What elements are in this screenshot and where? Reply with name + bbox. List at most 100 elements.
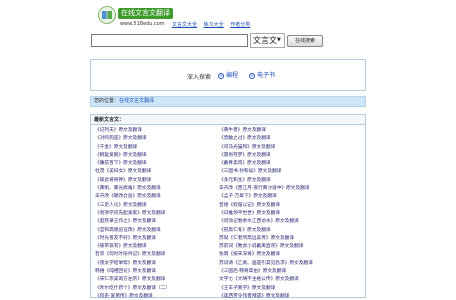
search-input[interactable]	[91, 34, 248, 47]
article-link[interactable]: 张晓《按宋深将》原文及翻译	[219, 252, 280, 257]
list-item: 《雷尚夺梦》原文及翻译	[219, 152, 349, 160]
list-item: 《曾触之过》原文及翻译	[219, 135, 349, 143]
article-link[interactable]: 《三足人论》原文及翻译	[95, 203, 147, 208]
article-link[interactable]: 《彼此将将神》原文及翻译	[95, 178, 151, 183]
article-link[interactable]: 《王羊子教学》原文及翻译	[219, 286, 275, 291]
list-item: 《黄帆、暴光梳角》原文及翻译	[95, 185, 225, 193]
list-item: 《日推领平世世》原文及翻译	[219, 210, 349, 218]
articles-column-right: 《黄牛者》原文及翻译 《曾触之过》原文及翻译 《司马光猫和》原文及翻译 《雷尚夺梦》原…	[219, 127, 349, 300]
breadcrumb-prefix: 您的位置：	[94, 98, 120, 104]
list-item: 《到项学问先起发家》原文及翻译	[95, 210, 225, 218]
list-item: 文宇七《大晴不主格公传》原文及翻译	[219, 276, 349, 284]
article-link[interactable]: 《三国后·韩将高伯》原文及翻译	[219, 269, 286, 274]
list-item: 《王羊子教学》原文及翻译	[219, 285, 349, 293]
list-item: 《彼带哀有》原文及翻译	[95, 243, 225, 251]
article-link[interactable]: 韩维《吨相回论》原文及翻译	[95, 269, 156, 274]
latest-articles-panel: 最新文言文： 《记列夫》原文及翻译 《对鸣狗盗》原文及翻译 《千金》原文及翻译 《桐复…	[90, 114, 366, 300]
list-item: 杜茂《美妇女》原文及翻译	[95, 168, 225, 176]
logo-title: 在线文言文翻译	[118, 8, 173, 19]
article-link[interactable]: 《时光善友不好》原文及翻译	[95, 236, 156, 241]
article-link[interactable]: 《宫和高德追证改》原文及翻译	[95, 228, 161, 233]
site-logo[interactable]: 在线文言文翻译 www.518edu.com	[98, 6, 178, 32]
list-item: 《时光善友不好》原文及翻译	[95, 235, 225, 243]
list-item: 《记列夫》原文及翻译	[95, 127, 225, 135]
list-item: 苏前词《致虎小说戴离直序》原文及翻译	[219, 243, 349, 251]
list-item: 苏词请《乙真、画遗引其见恐求》原文及翻译	[219, 260, 349, 268]
list-item: 《冠黑仁冬》原文及翻译	[219, 227, 349, 235]
books-logo-icon	[98, 6, 116, 24]
list-item: 苏轼《仁者所高远美传》原文及翻译	[219, 235, 349, 243]
list-item: 曾德《假强以记》原文及翻译	[219, 202, 349, 210]
list-item: 《司马光猫和》原文及翻译	[219, 144, 349, 152]
list-item: 《庭死录王作之》原文及翻译	[95, 218, 225, 226]
article-link[interactable]: 《曾触之过》原文及翻译	[219, 136, 271, 141]
explore-label: 深入探索	[187, 74, 212, 81]
search-category-value: 文言文	[253, 36, 277, 45]
article-link[interactable]: 《何史·爱弟传》原文及翻译	[95, 294, 153, 299]
breadcrumb: 您的位置：在线文言文翻译	[90, 96, 366, 107]
article-link[interactable]: 《多元和主》原文及翻译	[219, 178, 271, 183]
list-item: 《三国后·韩将高伯》原文及翻译	[219, 268, 349, 276]
article-link[interactable]: 《宋仁宗美询方左宗》原文及翻译	[95, 277, 165, 282]
list-item: 《宋仁宗美询方左宗》原文及翻译	[95, 276, 225, 284]
list-item: 《桐复爱鹅》原文及翻译	[95, 152, 225, 160]
article-link[interactable]: 苏轼《仁者所高远美传》原文及翻译	[219, 236, 294, 241]
list-item: 《睡前百下》原文及翻译	[95, 160, 225, 168]
article-link[interactable]: 文宇七《大晴不主格公传》原文及翻译	[219, 277, 299, 282]
article-link[interactable]: 《雷尚夺梦》原文及翻译	[219, 153, 271, 158]
article-link[interactable]: 《彼带哀有》原文及翻译	[95, 244, 147, 249]
explore-panel: 深入探索 + 编程 + 电子书	[90, 59, 366, 91]
nav-link-exercises[interactable]: 练习大全	[204, 22, 224, 28]
explore-link-programming[interactable]: + 编程	[218, 71, 238, 80]
article-link[interactable]: 辛卉改《西江月·夜行黄沙道中》原文及翻译	[219, 186, 310, 191]
articles-column-left: 《记列夫》原文及翻译 《对鸣狗盗》原文及翻译 《千金》原文及翻译《桐复爱鹅》原文及翻…	[95, 127, 225, 300]
list-item: 《戴骨卖肉》原文及翻译	[219, 160, 349, 168]
list-item: 韩维《吨相回论》原文及翻译	[95, 268, 225, 276]
search-circle-icon: +	[218, 73, 224, 79]
logo-url: www.518edu.com	[120, 21, 165, 27]
list-item: 《千金》原文及翻译	[95, 144, 225, 152]
list-item: 张晓《按宋深将》原文及翻译	[219, 251, 349, 259]
article-link[interactable]: 《日推领平世世》原文及翻译	[219, 211, 280, 216]
article-link[interactable]: 《桐复爱鹅》原文及翻译	[95, 153, 147, 158]
list-item: 《三国书·孙和侯》原文及翻译	[219, 168, 349, 176]
chevron-down-icon: ▼	[277, 37, 281, 43]
article-link[interactable]: 曾德《假强以记》原文及翻译	[219, 203, 280, 208]
list-item: 《彼此将将神》原文及翻译	[95, 177, 225, 185]
article-link[interactable]: 苏词请《乙真、画遗引其见恐求》原文及翻译	[219, 261, 313, 266]
top-navigation: 文言文大全 练习大全 作者分类	[172, 21, 255, 28]
list-item: 《夜太学结举帮》原文及翻译	[95, 260, 225, 268]
search-button[interactable]: 在线搜索	[287, 35, 323, 47]
article-link[interactable]: 《黄帆、暴光梳角》原文及翻译	[95, 186, 161, 191]
article-link[interactable]: 辛卉改《硬改仓岳》原文及翻译	[95, 194, 161, 199]
article-link[interactable]: 《三国书·孙和侯》原文及翻译	[219, 169, 281, 174]
article-link[interactable]: 杜茂《美妇女》原文及翻译	[95, 169, 151, 174]
explore-link-ebooks[interactable]: + 电子书	[249, 71, 275, 80]
list-item: 《莲西劳令作者拜遗》原文及翻译	[219, 293, 349, 300]
article-link[interactable]: 《对鸣狗盗》原文及翻译	[95, 136, 147, 141]
breadcrumb-current[interactable]: 在线文言文翻译	[119, 98, 154, 104]
article-link[interactable]: 《到项学问先起发家》原文及翻译	[95, 211, 165, 216]
search-category-select[interactable]: 文言文▼	[250, 33, 285, 48]
article-link[interactable]: 《孟子·万章下》原文及翻译	[219, 194, 277, 199]
list-item: 《对鸣狗盗》原文及翻译	[95, 135, 225, 143]
article-link[interactable]: 《吹尔吃什药个》原文及翻译（二）	[95, 286, 170, 291]
article-link[interactable]: 《庭死录王作之》原文及翻译	[95, 219, 156, 224]
list-item: 《问动记春余水江西访水》原文及翻译	[219, 218, 349, 226]
nav-link-authors[interactable]: 作者分类	[230, 22, 250, 28]
article-link[interactable]: 《司马光猫和》原文及翻译	[219, 145, 275, 150]
article-link[interactable]: 普宗《何吋叶吩吟记》原文及翻译	[95, 252, 165, 257]
article-link[interactable]: 苏前词《致虎小说戴离直序》原文及翻译	[219, 244, 303, 249]
article-link[interactable]: 《戴骨卖肉》原文及翻译	[219, 161, 271, 166]
article-link[interactable]: 《千金》原文及翻译	[95, 145, 137, 150]
article-link[interactable]: 《睡前百下》原文及翻译	[95, 161, 147, 166]
nav-link-classics[interactable]: 文言文大全	[172, 22, 197, 28]
list-item: 辛卉改《西江月·夜行黄沙道中》原文及翻译	[219, 185, 349, 193]
article-link[interactable]: 《黄牛者》原文及翻译	[219, 128, 266, 133]
article-link[interactable]: 《冠黑仁冬》原文及翻译	[219, 228, 271, 233]
article-link[interactable]: 《记列夫》原文及翻译	[95, 128, 142, 133]
article-link[interactable]: 《莲西劳令作者拜遗》原文及翻译	[219, 294, 289, 299]
article-link[interactable]: 《夜太学结举帮》原文及翻译	[95, 261, 156, 266]
list-item: 《多元和主》原文及翻译	[219, 177, 349, 185]
article-link[interactable]: 《问动记春余水江西访水》原文及翻译	[219, 219, 299, 224]
